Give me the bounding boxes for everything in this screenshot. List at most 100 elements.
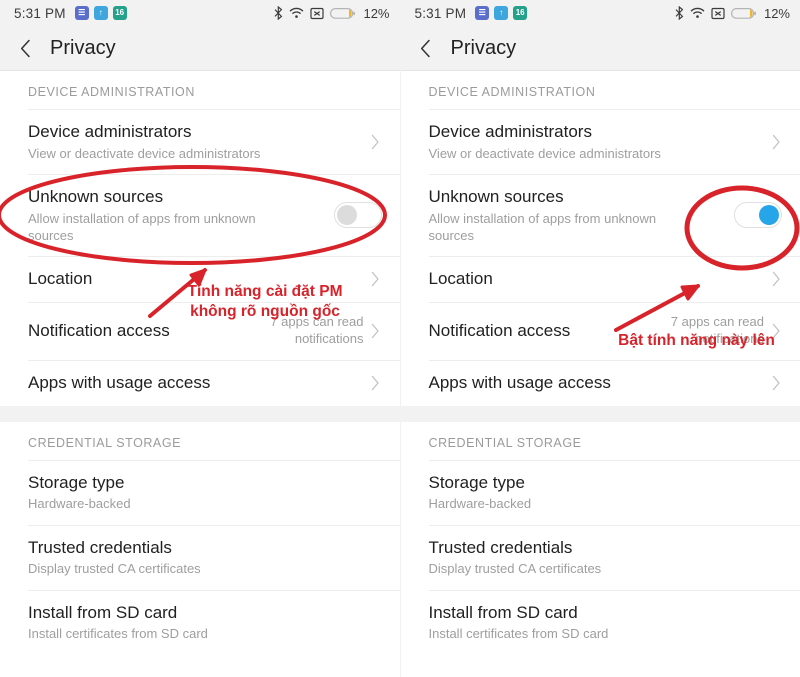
row-text: Unknown sources Allow installation of ap… — [429, 186, 735, 244]
row-notification-access[interactable]: Notification access 7 apps can read noti… — [0, 303, 400, 360]
signal-off-icon — [711, 7, 725, 19]
back-icon[interactable] — [415, 37, 437, 59]
upload-app-icon: ↑ — [93, 6, 108, 20]
row-title: Trusted credentials — [428, 537, 573, 557]
row-storage-type[interactable]: Storage type Hardware-backed — [0, 460, 400, 525]
bluetooth-icon — [275, 6, 283, 20]
green-app-icon-glyph: 16 — [515, 8, 525, 17]
chevron-right-icon — [370, 271, 382, 287]
blue-app-icon: ☰ — [74, 6, 89, 20]
row-title: Trusted credentials — [28, 537, 172, 557]
section-gap — [0, 405, 400, 422]
after-panel: 5:31 PM ☰ ↑ 16 12% Privacy DEVICE ADMINI… — [399, 0, 800, 677]
row-value: 7 apps can read notifications — [270, 314, 364, 346]
row-trusted-credentials[interactable]: Trusted credentials Display trusted CA c… — [400, 525, 800, 590]
row-location[interactable]: Location — [400, 257, 800, 303]
chevron-right-icon — [370, 375, 382, 391]
row-subtitle: Allow installation of apps from unknown … — [428, 210, 657, 244]
page-title: Privacy — [450, 36, 517, 59]
row-text: Install from SD card Install certificate… — [28, 602, 382, 643]
chevron-right-icon — [770, 134, 782, 150]
row-apps-with-usage-access[interactable]: Apps with usage access — [400, 360, 800, 406]
row-subtitle: Display trusted CA certificates — [28, 561, 201, 577]
row-subtitle: Allow installation of apps from unknown … — [28, 210, 256, 244]
row-text: Apps with usage access — [28, 372, 370, 394]
upload-app-icon-glyph: ↑ — [98, 8, 103, 17]
signal-off-icon — [310, 7, 325, 19]
row-text: Storage type Hardware-backed — [429, 472, 783, 513]
row-title: Device administrators — [428, 122, 592, 141]
title-bar: Privacy — [0, 26, 400, 70]
row-text: Unknown sources Allow installation of ap… — [28, 186, 334, 244]
row-title: Unknown sources — [28, 187, 164, 207]
toggle-knob — [336, 205, 357, 226]
row-install-from-sd-card[interactable]: Install from SD card Install certificate… — [0, 590, 400, 655]
row-device-administrators[interactable]: Device administrators View or deactivate… — [0, 110, 400, 175]
row-notification-access[interactable]: Notification access 7 apps can read noti… — [400, 303, 800, 360]
green-app-icon-glyph: 16 — [115, 8, 125, 17]
row-title: Device administrators — [28, 122, 192, 141]
row-trusted-credentials[interactable]: Trusted credentials Display trusted CA c… — [0, 525, 400, 590]
row-apps-with-usage-access[interactable]: Apps with usage access — [0, 360, 400, 406]
row-title: Install from SD card — [28, 602, 178, 622]
row-text: Notification access — [429, 320, 655, 342]
status-bar-clock: 5:31 PM — [414, 5, 467, 21]
status-bar-system-icons: 12% — [274, 5, 390, 21]
back-icon[interactable] — [14, 37, 36, 59]
row-storage-type[interactable]: Storage type Hardware-backed — [400, 460, 800, 525]
section-header-credential-storage: CREDENTIAL STORAGE — [0, 421, 400, 460]
green-app-icon: 16 — [513, 6, 528, 20]
section-header-credential-storage: CREDENTIAL STORAGE — [400, 421, 800, 460]
battery-icon — [330, 7, 356, 19]
row-subtitle: Install certificates from SD card — [428, 626, 609, 642]
before-panel: 5:31 PM ☰ ↑ 16 12% Privacy DEVICE ADMINI… — [0, 0, 400, 677]
battery-percentage: 12% — [363, 5, 390, 21]
blue-app-icon-glyph: ☰ — [78, 8, 86, 17]
status-bar-app-icons: ☰ ↑ 16 — [475, 6, 528, 20]
settings-list: DEVICE ADMINISTRATION Device administrat… — [400, 71, 800, 655]
unknown-sources-toggle[interactable] — [734, 202, 782, 229]
status-bar: 5:31 PM ☰ ↑ 16 12% — [0, 0, 400, 26]
wifi-icon — [690, 7, 705, 18]
section-header-device-administration: DEVICE ADMINISTRATION — [0, 71, 400, 109]
row-title: Location — [28, 269, 93, 289]
row-title: Unknown sources — [428, 187, 564, 207]
section-gap — [400, 405, 800, 422]
chevron-right-icon — [370, 134, 382, 150]
row-unknown-sources[interactable]: Unknown sources Allow installation of ap… — [400, 175, 800, 257]
row-text: Install from SD card Install certificate… — [429, 602, 783, 643]
row-subtitle: View or deactivate device administrators — [428, 145, 661, 161]
row-title: Install from SD card — [428, 602, 578, 622]
status-bar-system-icons: 12% — [675, 6, 790, 21]
chevron-right-icon — [770, 323, 782, 339]
row-title: Location — [428, 269, 493, 289]
row-text: Storage type Hardware-backed — [28, 472, 382, 513]
title-bar: Privacy — [400, 26, 800, 70]
chevron-right-icon — [370, 323, 382, 339]
row-text: Apps with usage access — [429, 372, 771, 394]
section-header-device-administration: DEVICE ADMINISTRATION — [400, 71, 800, 109]
row-title: Notification access — [28, 321, 170, 341]
blue-app-icon-glyph: ☰ — [478, 8, 486, 17]
bluetooth-icon — [675, 6, 684, 20]
row-subtitle: Install certificates from SD card — [28, 626, 208, 642]
row-unknown-sources[interactable]: Unknown sources Allow installation of ap… — [0, 175, 400, 257]
row-subtitle: View or deactivate device administrators — [28, 145, 261, 161]
unknown-sources-toggle[interactable] — [333, 202, 382, 229]
page-title: Privacy — [50, 36, 116, 59]
chevron-right-icon — [770, 271, 782, 287]
row-location[interactable]: Location — [0, 257, 400, 303]
green-app-icon: 16 — [112, 6, 127, 20]
battery-icon — [730, 7, 756, 19]
blue-app-icon: ☰ — [475, 6, 490, 20]
upload-app-icon: ↑ — [494, 6, 509, 20]
row-text: Trusted credentials Display trusted CA c… — [28, 537, 382, 578]
row-install-from-sd-card[interactable]: Install from SD card Install certificate… — [400, 590, 800, 655]
row-subtitle: Hardware-backed — [28, 496, 131, 512]
row-device-administrators[interactable]: Device administrators View or deactivate… — [400, 110, 800, 175]
chevron-right-icon — [770, 375, 782, 391]
wifi-icon — [289, 7, 304, 18]
status-bar: 5:31 PM ☰ ↑ 16 12% — [400, 0, 800, 26]
row-title: Apps with usage access — [428, 372, 611, 392]
row-text: Device administrators View or deactivate… — [429, 121, 771, 162]
